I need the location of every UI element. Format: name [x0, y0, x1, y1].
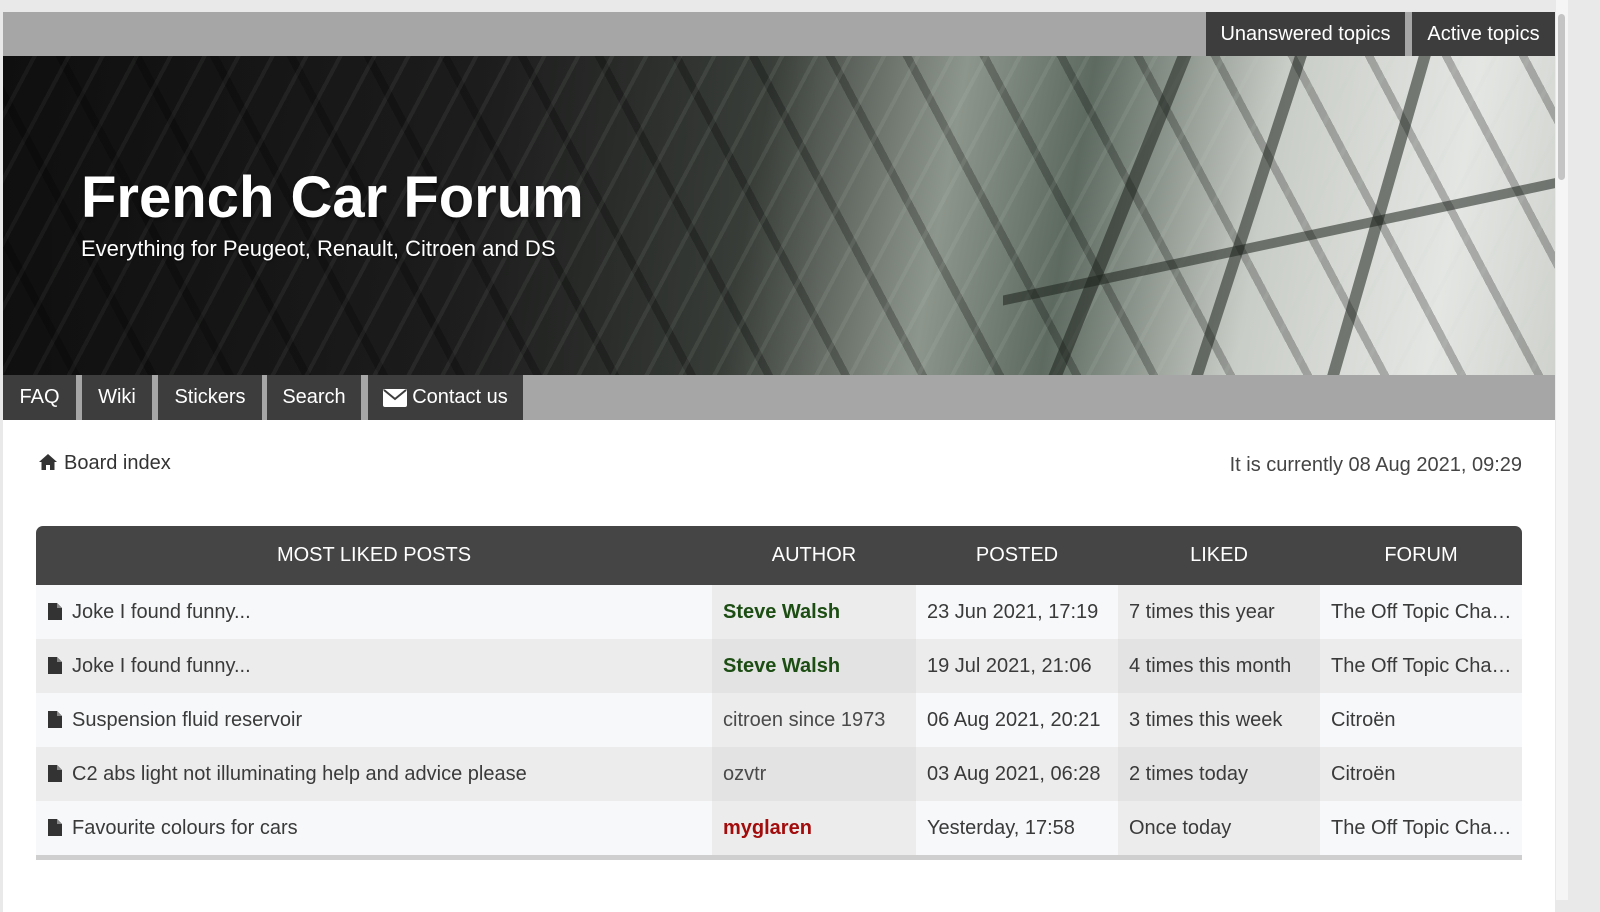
document-icon [48, 711, 62, 728]
scrollbar-thumb[interactable] [1558, 14, 1565, 180]
post-date: 19 Jul 2021, 21:06 [916, 639, 1118, 693]
post-title-cell[interactable]: Suspension fluid reservoir [36, 693, 712, 747]
board-index-link[interactable]: Board index [64, 452, 171, 474]
nav-wiki[interactable]: Wiki [82, 375, 152, 420]
header-image-frame [1003, 176, 1555, 306]
nav-faq[interactable]: FAQ [3, 375, 76, 420]
post-title-link[interactable]: Favourite colours for cars [72, 817, 298, 839]
post-date: 23 Jun 2021, 17:19 [916, 585, 1118, 639]
table-row: Favourite colours for cars myglaren Yest… [36, 801, 1522, 855]
document-icon [48, 657, 62, 674]
document-icon [48, 765, 62, 782]
post-title-link[interactable]: Suspension fluid reservoir [72, 709, 302, 731]
nav-contact-us[interactable]: Contact us [368, 375, 523, 420]
post-title-cell[interactable]: Joke I found funny... [36, 639, 712, 693]
post-date: 06 Aug 2021, 20:21 [916, 693, 1118, 747]
post-title-cell[interactable]: C2 abs light not illuminating help and a… [36, 747, 712, 801]
post-date: 03 Aug 2021, 06:28 [916, 747, 1118, 801]
post-title-link[interactable]: Joke I found funny... [72, 601, 251, 623]
post-forum-link[interactable]: Citroën [1320, 747, 1522, 801]
post-author[interactable]: citroen since 1973 [712, 693, 916, 747]
post-forum-link[interactable]: The Off Topic Cha… [1320, 639, 1522, 693]
post-liked-count: 7 times this year [1118, 585, 1320, 639]
post-title-cell[interactable]: Favourite colours for cars [36, 801, 712, 855]
document-icon [48, 819, 62, 836]
nav-stickers[interactable]: Stickers [158, 375, 262, 420]
page: Unanswered topics Active topics French C… [3, 12, 1555, 912]
table-footer [36, 855, 1522, 860]
post-forum-link[interactable]: The Off Topic Cha… [1320, 585, 1522, 639]
document-icon [48, 603, 62, 620]
table-row: Joke I found funny... Steve Walsh 23 Jun… [36, 585, 1522, 639]
site-header: French Car Forum Everything for Peugeot,… [3, 56, 1555, 375]
post-liked-count: Once today [1118, 801, 1320, 855]
current-time: It is currently 08 Aug 2021, 09:29 [1229, 454, 1522, 476]
post-title-link[interactable]: C2 abs light not illuminating help and a… [72, 763, 527, 785]
unanswered-topics-button[interactable]: Unanswered topics [1206, 12, 1405, 56]
post-author[interactable]: Steve Walsh [712, 639, 916, 693]
table-row: Suspension fluid reservoir citroen since… [36, 693, 1522, 747]
post-title-cell[interactable]: Joke I found funny... [36, 585, 712, 639]
post-liked-count: 2 times today [1118, 747, 1320, 801]
active-topics-button[interactable]: Active topics [1412, 12, 1555, 56]
site-title[interactable]: French Car Forum [81, 164, 584, 231]
post-author[interactable]: ozvtr [712, 747, 916, 801]
column-header-posted: POSTED [975, 544, 1059, 566]
site-description: Everything for Peugeot, Renault, Citroen… [81, 236, 556, 261]
column-header-title: MOST LIKED POSTS [276, 544, 472, 566]
post-title-link[interactable]: Joke I found funny... [72, 655, 251, 677]
envelope-icon [383, 389, 408, 407]
post-liked-count: 3 times this week [1118, 693, 1320, 747]
post-forum-link[interactable]: The Off Topic Cha… [1320, 801, 1522, 855]
column-header-forum: FORUM [1384, 544, 1458, 566]
most-liked-posts-table: MOST LIKED POSTS AUTHOR POSTED LIKED FOR… [36, 526, 1522, 860]
breadcrumb[interactable]: Board index [38, 452, 171, 475]
main-nav: FAQ Wiki Stickers Search Contact us [3, 375, 1555, 420]
home-icon [39, 454, 57, 470]
post-forum-link[interactable]: Citroën [1320, 693, 1522, 747]
post-date: Yesterday, 17:58 [916, 801, 1118, 855]
post-liked-count: 4 times this month [1118, 639, 1320, 693]
quick-links-bar: Unanswered topics Active topics [3, 12, 1555, 56]
nav-contact-label: Contact us [412, 386, 508, 408]
post-author[interactable]: Steve Walsh [712, 585, 916, 639]
table-header: MOST LIKED POSTS AUTHOR POSTED LIKED FOR… [36, 526, 1522, 585]
table-row: Joke I found funny... Steve Walsh 19 Jul… [36, 639, 1522, 693]
column-header-author: AUTHOR [771, 544, 857, 566]
column-header-liked: LIKED [1190, 544, 1248, 566]
nav-search[interactable]: Search [267, 375, 361, 420]
header-image-frame [1048, 56, 1192, 375]
post-author[interactable]: myglaren [712, 801, 916, 855]
header-image-frame [1191, 56, 1307, 375]
table-row: C2 abs light not illuminating help and a… [36, 747, 1522, 801]
